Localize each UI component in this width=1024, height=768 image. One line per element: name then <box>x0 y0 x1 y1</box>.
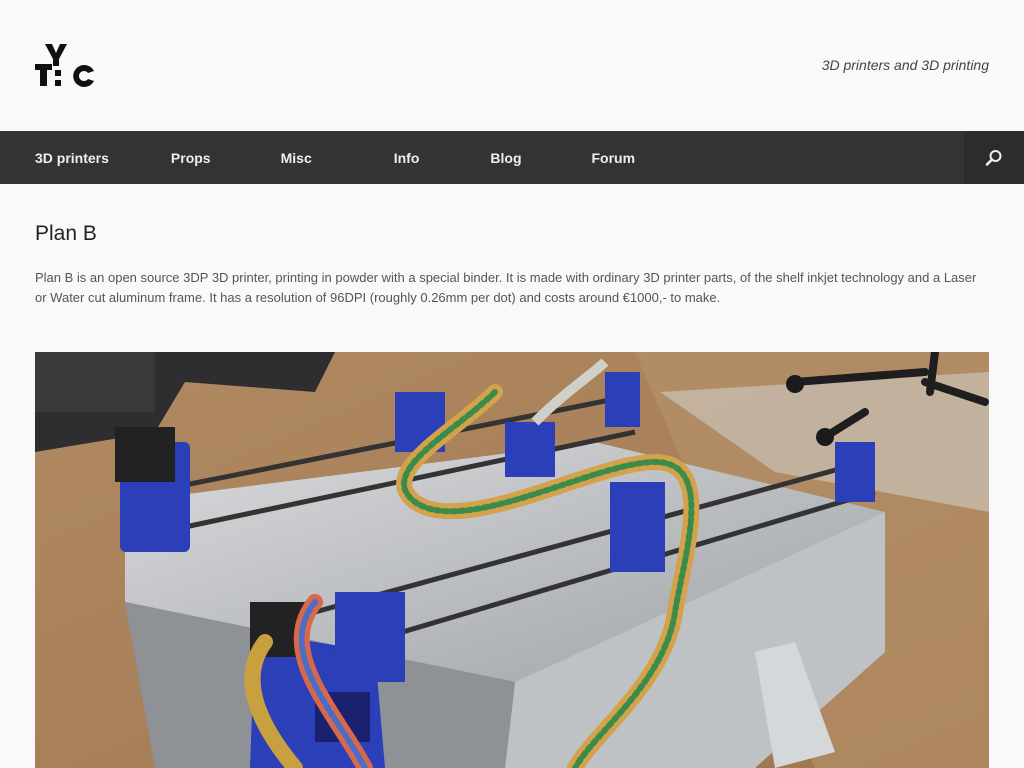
nav-item-props[interactable]: Props <box>171 150 211 166</box>
site-tagline: 3D printers and 3D printing <box>821 57 989 73</box>
nav-list: 3D printers Props Misc Info Blog Forum <box>35 131 635 184</box>
page-title: Plan B <box>35 222 97 245</box>
search-icon <box>985 149 1002 166</box>
site-logo[interactable] <box>35 44 97 88</box>
nav-item-misc[interactable]: Misc <box>281 150 312 166</box>
site-header: 3D printers and 3D printing <box>0 0 1024 131</box>
nav-item-forum[interactable]: Forum <box>592 150 636 166</box>
intro-paragraph: Plan B is an open source 3DP 3D printer,… <box>35 270 977 305</box>
nav-item-info[interactable]: Info <box>394 150 420 166</box>
plan-b-printer-image <box>35 352 989 768</box>
main-content: Plan B Plan B is an open source 3DP 3D p… <box>0 222 1024 308</box>
search-toggle-button[interactable] <box>964 131 1024 184</box>
nav-item-blog[interactable]: Blog <box>490 150 521 166</box>
main-navigation: 3D printers Props Misc Info Blog Forum <box>0 131 1024 184</box>
printer-photo <box>35 352 989 768</box>
nav-item-3d-printers[interactable]: 3D printers <box>35 150 109 166</box>
